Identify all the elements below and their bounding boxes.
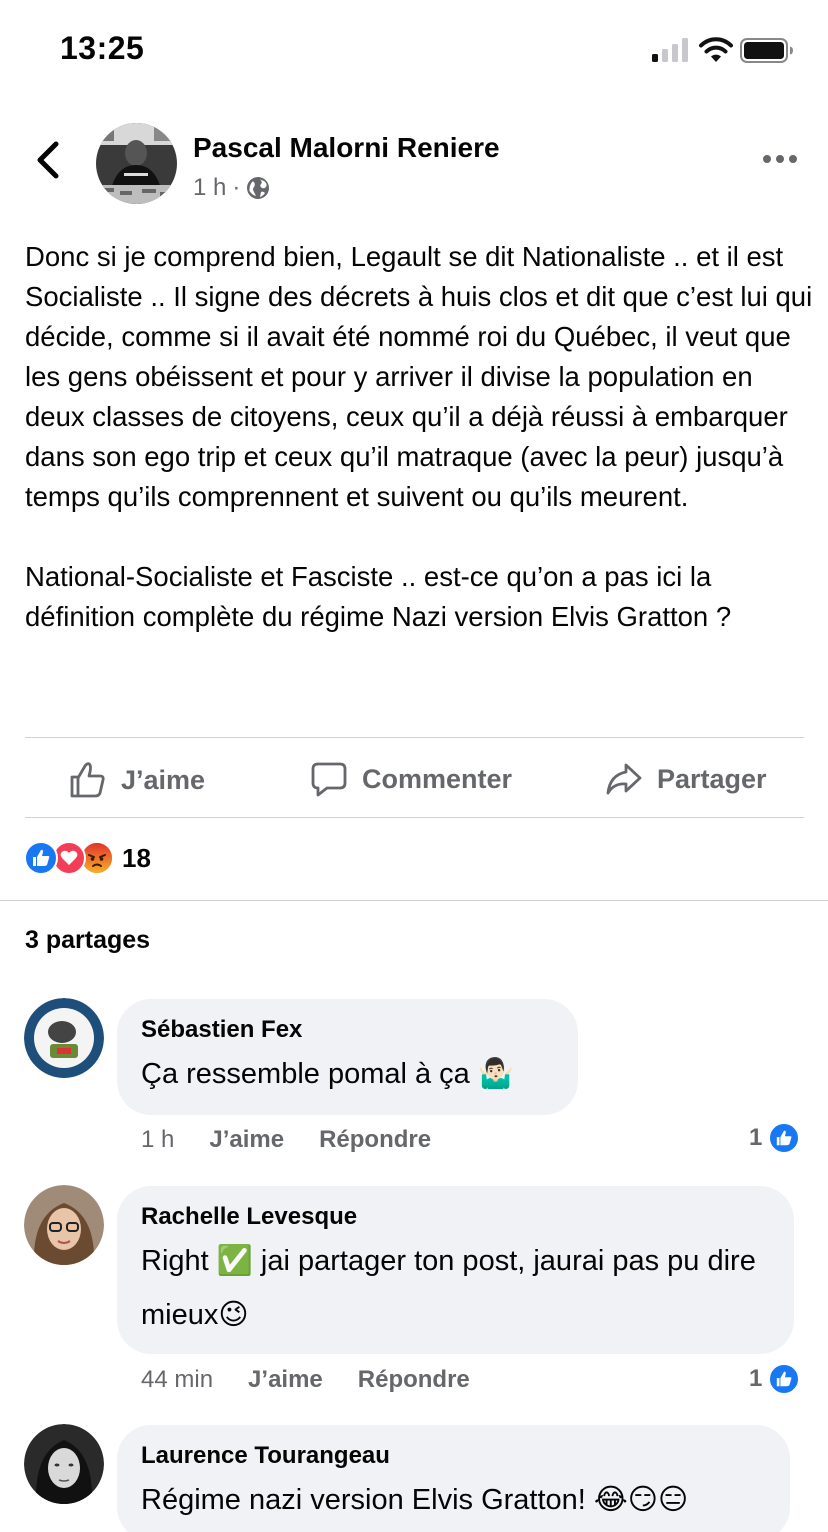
commenter-avatar[interactable] (24, 998, 104, 1078)
commenter-avatar-image (24, 1185, 104, 1265)
share-label: Partager (657, 763, 767, 794)
comment-like-button[interactable]: J’aime (209, 1126, 284, 1154)
comment-text: Right ✅ jai partager ton post, jaurai pa… (141, 1245, 756, 1331)
back-arrow-icon[interactable] (28, 138, 68, 182)
comment-meta: 1 h J’aime Répondre (141, 1126, 431, 1154)
like-reaction-icon (24, 841, 58, 875)
more-options-icon[interactable] (760, 152, 800, 166)
action-bar: J’aime Commenter Partager (25, 740, 804, 818)
post-meta: 1 h · (193, 174, 270, 202)
like-reaction-icon (768, 1363, 801, 1395)
author-avatar-image (96, 123, 177, 204)
comment-like-count[interactable]: 1 (749, 1122, 801, 1154)
comment-label: Commenter (362, 763, 513, 794)
wifi-icon (699, 37, 733, 62)
commenter-avatar[interactable] (24, 1424, 104, 1504)
commenter-avatar[interactable] (24, 1185, 104, 1265)
comment-bubble[interactable]: Rachelle Levesque Right ✅ jai partager t… (117, 1186, 794, 1354)
status-time: 13:25 (60, 30, 145, 66)
comment-like-number: 1 (749, 1124, 763, 1151)
thumbs-up-outline-icon (70, 762, 105, 798)
author-name[interactable]: Pascal Malorni Reniere (193, 132, 500, 164)
like-reaction-icon (768, 1122, 801, 1154)
comment-text: Régime nazi version Elvis Gratton! 😂😏😑 (141, 1484, 689, 1516)
comment-bubble[interactable]: Laurence Tourangeau Régime nazi version … (117, 1425, 790, 1532)
like-button[interactable]: J’aime (67, 760, 205, 800)
commenter-name[interactable]: Sébastien Fex (141, 1015, 554, 1045)
comment-time: 1 h (141, 1126, 175, 1153)
share-arrow-icon (606, 763, 642, 795)
divider (25, 817, 804, 818)
post-text: Donc si je comprend bien, Legault se dit… (25, 241, 813, 632)
post-header: Pascal Malorni Reniere 1 h · (0, 110, 828, 210)
battery-icon (740, 38, 793, 63)
section-divider (0, 900, 828, 901)
comment-bubble[interactable]: Sébastien Fex Ça ressemble pomal à ça 🤷🏻… (117, 999, 578, 1115)
reaction-count: 18 (122, 842, 151, 873)
status-bar: 13:25 (0, 0, 828, 100)
globe-icon (247, 177, 270, 199)
comment-time: 44 min (141, 1366, 214, 1393)
post-time[interactable]: 1 h (193, 174, 226, 202)
author-avatar[interactable] (96, 123, 177, 204)
share-button[interactable]: Partager (605, 760, 767, 798)
commenter-avatar-image (24, 998, 104, 1078)
meta-separator: · (232, 174, 241, 201)
comment-bubble-icon (311, 762, 347, 797)
comment-like-number: 1 (749, 1365, 763, 1392)
comment-meta: 44 min J’aime Répondre (141, 1366, 470, 1394)
comment-like-count[interactable]: 1 (749, 1363, 801, 1395)
reactions-summary[interactable]: 18 (24, 840, 151, 876)
comment-reply-button[interactable]: Répondre (358, 1366, 470, 1394)
comment-button[interactable]: Commenter (310, 760, 512, 798)
shares-count[interactable]: 3 partages (25, 926, 150, 955)
cellular-signal-icon (652, 38, 688, 62)
commenter-name[interactable]: Laurence Tourangeau (141, 1441, 766, 1471)
commenter-avatar-image (24, 1424, 104, 1504)
comment-reply-button[interactable]: Répondre (319, 1126, 431, 1154)
comment-like-button[interactable]: J’aime (248, 1366, 323, 1394)
like-label: J’aime (121, 764, 206, 795)
comment-text: Ça ressemble pomal à ça 🤷🏻‍♂️ (141, 1058, 514, 1090)
divider (25, 737, 804, 738)
commenter-name[interactable]: Rachelle Levesque (141, 1202, 770, 1232)
